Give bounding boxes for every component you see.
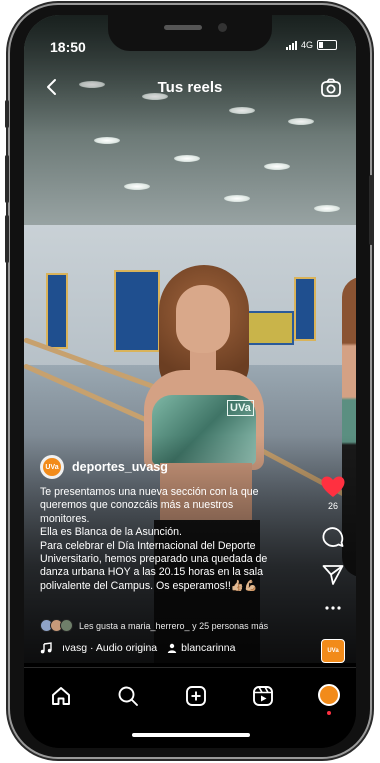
- nav-create[interactable]: [185, 685, 207, 707]
- camera-button[interactable]: [320, 77, 342, 99]
- side-button: [369, 175, 373, 245]
- music-note-icon: [40, 642, 52, 654]
- nav-home[interactable]: [50, 685, 72, 707]
- signal-icon: [286, 40, 297, 50]
- home-icon: [52, 687, 70, 705]
- ceiling-light: [94, 137, 120, 144]
- avatar[interactable]: UVa: [40, 455, 64, 479]
- notch: [108, 15, 272, 51]
- ceiling-light: [264, 163, 290, 170]
- side-button: [5, 100, 9, 128]
- plus-square-icon: [186, 686, 206, 706]
- front-camera: [218, 23, 227, 32]
- tagged-user: blancarinna: [181, 642, 236, 654]
- battery-icon: [317, 40, 338, 50]
- audio-thumbnail[interactable]: UVa: [321, 639, 345, 663]
- tagged-people[interactable]: blancarinna: [167, 642, 235, 654]
- like-count: 26: [327, 501, 338, 511]
- send-icon: [322, 565, 344, 585]
- username[interactable]: deportes_uvasg: [72, 460, 168, 474]
- uva-logo: UVa: [43, 458, 61, 476]
- speaker: [164, 25, 202, 30]
- more-button[interactable]: [321, 601, 345, 615]
- nav-reels[interactable]: [252, 685, 274, 707]
- more-icon: [325, 606, 341, 610]
- gym-mat: [114, 270, 160, 352]
- side-button: [5, 155, 9, 203]
- nav-search[interactable]: [117, 685, 139, 707]
- person-icon: [167, 643, 177, 653]
- heart-icon: [321, 476, 345, 497]
- uva-logo: UVa: [227, 400, 254, 416]
- dancer-face: [176, 285, 230, 353]
- caption-line: Te presentamos una nueva sección con la …: [40, 486, 259, 525]
- comment-button[interactable]: [321, 525, 345, 549]
- ceiling-light: [124, 183, 150, 190]
- status-indicators: 4G: [286, 40, 338, 50]
- ceiling-light: [174, 155, 200, 162]
- side-button: [5, 215, 9, 263]
- audio-name[interactable]: ıvasg · Audio origina: [62, 642, 157, 654]
- nav-profile[interactable]: [318, 684, 340, 706]
- gym-mat: [294, 277, 316, 341]
- ceiling-light: [224, 195, 250, 202]
- screen: UVa 18:50 4G Tus reels UVa deportes_uvas…: [24, 15, 356, 748]
- notification-dot: [327, 711, 331, 715]
- post-author[interactable]: UVa deportes_uvasg: [40, 455, 168, 479]
- like-button[interactable]: [320, 475, 346, 499]
- divider: [24, 667, 356, 668]
- ceiling-light: [314, 205, 340, 212]
- network-label: 4G: [301, 40, 314, 50]
- caption-line: Ella es Blanca de la Asunción.: [40, 526, 182, 539]
- caption-line: Para celebrar el Día Internacional del D…: [40, 539, 268, 592]
- likes-text: Les gusta a maria_herrero_ y 25 personas…: [79, 620, 269, 631]
- liker-avatars: [40, 619, 73, 632]
- liked-by-row[interactable]: Les gusta a maria_herrero_ y 25 personas…: [40, 619, 268, 632]
- comment-icon: [322, 527, 344, 547]
- reel-actions: 26: [318, 475, 348, 615]
- search-icon: [118, 686, 138, 706]
- status-time: 18:50: [50, 39, 86, 55]
- reels-icon: [253, 686, 273, 706]
- camera-icon: [321, 78, 341, 97]
- caption[interactable]: Te presentamos una nueva sección con la …: [40, 486, 284, 593]
- gym-mat: [46, 273, 68, 349]
- home-indicator[interactable]: [132, 733, 250, 737]
- share-button[interactable]: [321, 563, 345, 587]
- audio-row: ıvasg · Audio origina blancarinna: [40, 642, 235, 654]
- page-title: Tus reels: [157, 79, 223, 96]
